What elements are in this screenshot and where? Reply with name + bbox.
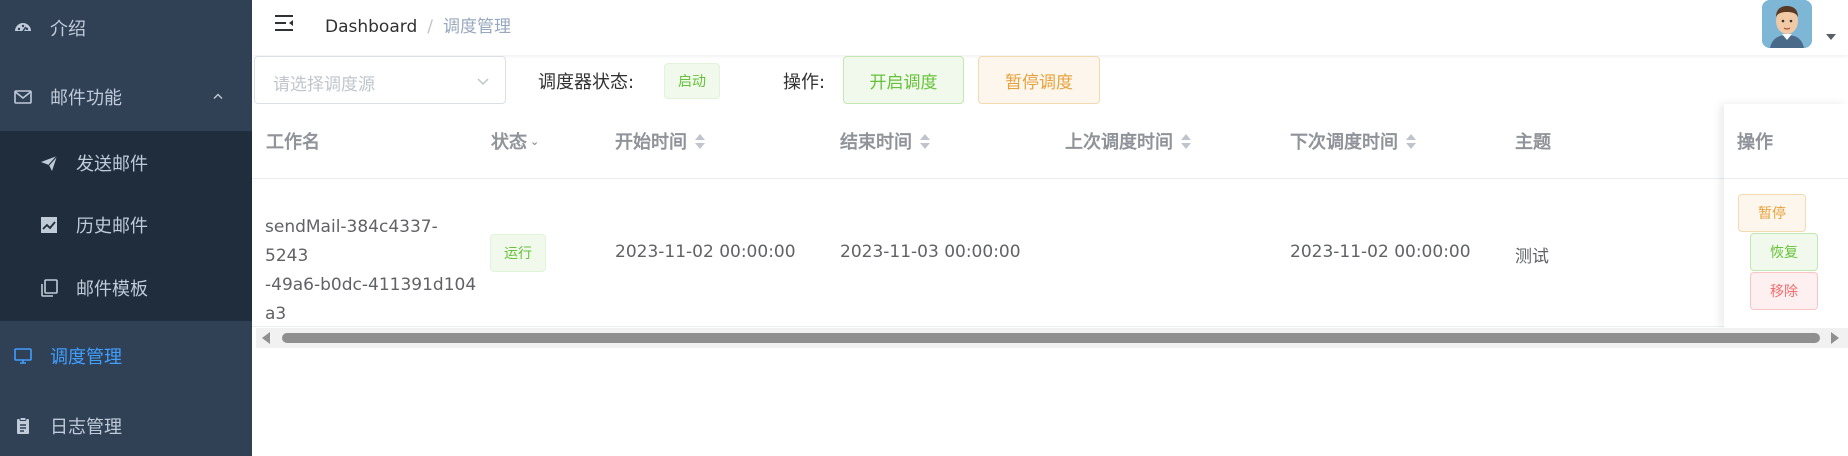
sidebar-item-schedule[interactable]: 调度管理 [0, 333, 252, 379]
mail-icon [12, 86, 34, 108]
column-header-subject: 主题 [1515, 132, 1551, 153]
column-header-last-time[interactable]: 上次调度时间 [1065, 128, 1191, 154]
sidebar-item-label: 邮件功能 [50, 88, 122, 109]
start-schedule-button[interactable]: 开启调度 [843, 56, 964, 104]
chevron-up-icon [212, 87, 224, 108]
operation-label: 操作: [783, 72, 826, 93]
navbar: Dashboard / 调度管理 [252, 0, 1848, 55]
scroll-left-icon[interactable] [262, 332, 270, 344]
header-divider [252, 178, 1848, 179]
column-header-end-time[interactable]: 结束时间 [840, 128, 930, 154]
dashboard-icon [12, 17, 34, 39]
chevron-down-icon [477, 78, 489, 86]
sort-icon[interactable] [695, 133, 705, 149]
scrollbar-thumb[interactable] [282, 333, 1820, 343]
sidebar-item-label: 历史邮件 [76, 216, 148, 237]
caret-down-icon[interactable] [1826, 34, 1836, 40]
hamburger-icon[interactable] [272, 11, 296, 35]
chart-icon [38, 214, 60, 236]
monitor-icon [12, 345, 34, 367]
sidebar-item-history-mail[interactable]: 历史邮件 [0, 203, 252, 247]
sidebar-item-intro[interactable]: 介绍 [0, 6, 252, 50]
sort-icon[interactable] [1181, 133, 1191, 149]
select-placeholder: 请选择调度源 [273, 75, 375, 95]
resume-job-button[interactable]: 恢复 [1750, 233, 1818, 271]
avatar[interactable] [1762, 0, 1812, 48]
sort-icon[interactable] [920, 133, 930, 149]
sort-icon[interactable] [1406, 133, 1416, 149]
sidebar-item-label: 发送邮件 [76, 154, 148, 175]
scheduler-status-badge: 启动 [664, 63, 720, 99]
breadcrumb-current: 调度管理 [442, 17, 511, 37]
header-divider [1724, 178, 1848, 179]
cell-next-time: 2023-11-02 00:00:00 [1290, 242, 1471, 262]
app-root: 介绍 邮件功能 发送邮件 历史邮件 邮件模板 调度管理 日志管理 Dashboa… [0, 0, 1848, 456]
mail-submenu: 发送邮件 历史邮件 邮件模板 [0, 131, 252, 321]
send-icon [38, 152, 60, 174]
breadcrumb-dashboard[interactable]: Dashboard [325, 17, 417, 37]
column-header-next-time[interactable]: 下次调度时间 [1290, 128, 1416, 154]
sidebar-item-label: 邮件模板 [76, 279, 148, 300]
sidebar-item-label: 日志管理 [50, 417, 122, 438]
breadcrumb: Dashboard / 调度管理 [325, 12, 511, 37]
column-header-status[interactable]: 状态 ⌄ [491, 128, 539, 154]
column-header-job-name: 工作名 [266, 132, 320, 153]
sidebar-item-mail[interactable]: 邮件功能 [0, 74, 252, 120]
chevron-down-icon: ⌄ [530, 134, 540, 148]
column-header-actions: 操作 [1737, 132, 1773, 153]
copy-icon [38, 277, 60, 299]
status-badge: 运行 [490, 234, 546, 272]
column-header-start-time[interactable]: 开始时间 [615, 128, 705, 154]
remove-job-button[interactable]: 移除 [1750, 272, 1818, 310]
sidebar-item-mail-template[interactable]: 邮件模板 [0, 266, 252, 310]
sidebar-item-label: 调度管理 [50, 347, 122, 368]
row-divider [252, 326, 1848, 327]
sidebar-item-send-mail[interactable]: 发送邮件 [0, 141, 252, 185]
clipboard-icon [12, 415, 34, 437]
sidebar: 介绍 邮件功能 发送邮件 历史邮件 邮件模板 调度管理 日志管理 [0, 0, 252, 456]
cell-job-name: sendMail-384c4337-5243 -49a6-b0dc-411391… [265, 217, 477, 324]
scroll-right-icon[interactable] [1831, 332, 1839, 344]
pause-job-button[interactable]: 暂停 [1738, 194, 1806, 232]
cell-start-time: 2023-11-02 00:00:00 [615, 242, 796, 262]
cell-subject: 测试 [1515, 247, 1549, 267]
fixed-actions-column: 操作 暂停 恢复 移除 [1724, 104, 1848, 328]
cell-end-time: 2023-11-03 00:00:00 [840, 242, 1021, 262]
scheduler-status-label: 调度器状态: [538, 72, 635, 93]
sidebar-item-label: 介绍 [50, 19, 86, 40]
schedule-source-select[interactable]: 请选择调度源 [254, 56, 506, 104]
sidebar-item-logs[interactable]: 日志管理 [0, 403, 252, 449]
breadcrumb-separator: / [427, 17, 433, 37]
pause-schedule-button[interactable]: 暂停调度 [978, 56, 1100, 104]
